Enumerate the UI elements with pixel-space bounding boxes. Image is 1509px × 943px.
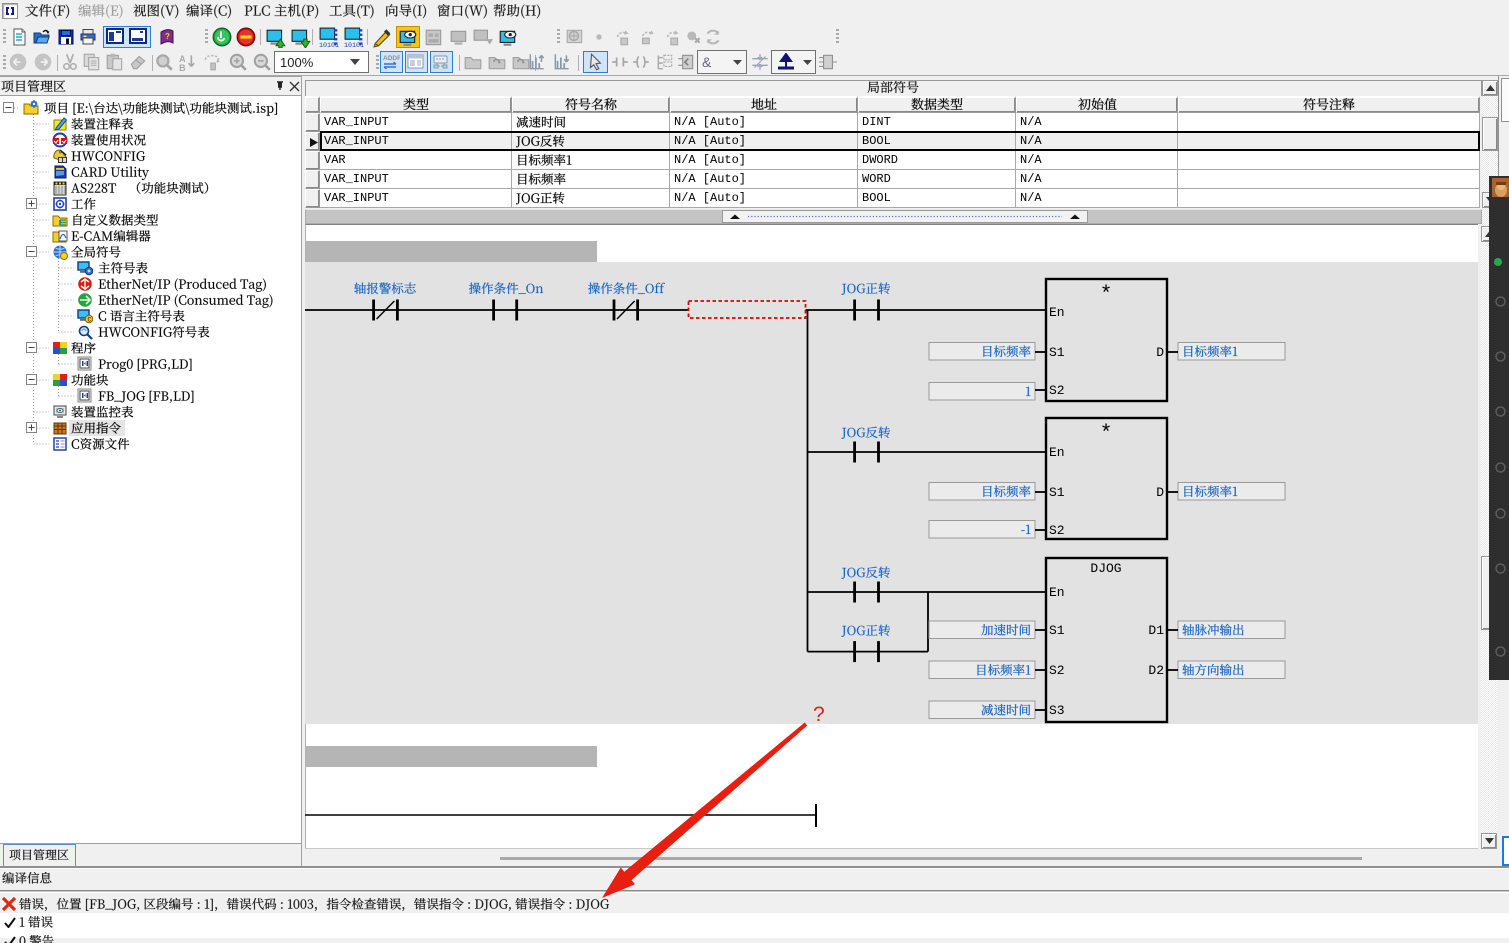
svg-text:S3: S3 (1049, 703, 1065, 718)
svg-text:S1: S1 (1049, 485, 1065, 500)
svg-text:C: C (88, 317, 92, 324)
svg-text:*: * (1100, 284, 1113, 307)
svg-text:B: B (179, 63, 185, 72)
svg-text:?: ? (165, 32, 170, 41)
svg-text:En: En (1049, 585, 1065, 600)
svg-text:?: ? (813, 703, 825, 726)
svg-text:D2: D2 (1148, 663, 1164, 678)
svg-text:DJOG: DJOG (1090, 561, 1121, 576)
svg-text:S1: S1 (1049, 345, 1065, 360)
svg-text:S2: S2 (1049, 663, 1065, 678)
svg-text:*: * (1100, 423, 1113, 446)
svg-text:En: En (1049, 305, 1065, 320)
svg-text:10101: 10101 (344, 41, 364, 47)
svg-text:D: D (1156, 345, 1164, 360)
svg-text:10101: 10101 (319, 41, 339, 47)
svg-text:En: En (1049, 445, 1065, 460)
svg-text:D1: D1 (1148, 623, 1164, 638)
svg-text:S1: S1 (1049, 623, 1065, 638)
svg-text:S2: S2 (1049, 523, 1065, 538)
svg-text:S2: S2 (1049, 383, 1065, 398)
svg-text:D: D (1156, 485, 1164, 500)
svg-text:ADDR: ADDR (383, 55, 400, 62)
